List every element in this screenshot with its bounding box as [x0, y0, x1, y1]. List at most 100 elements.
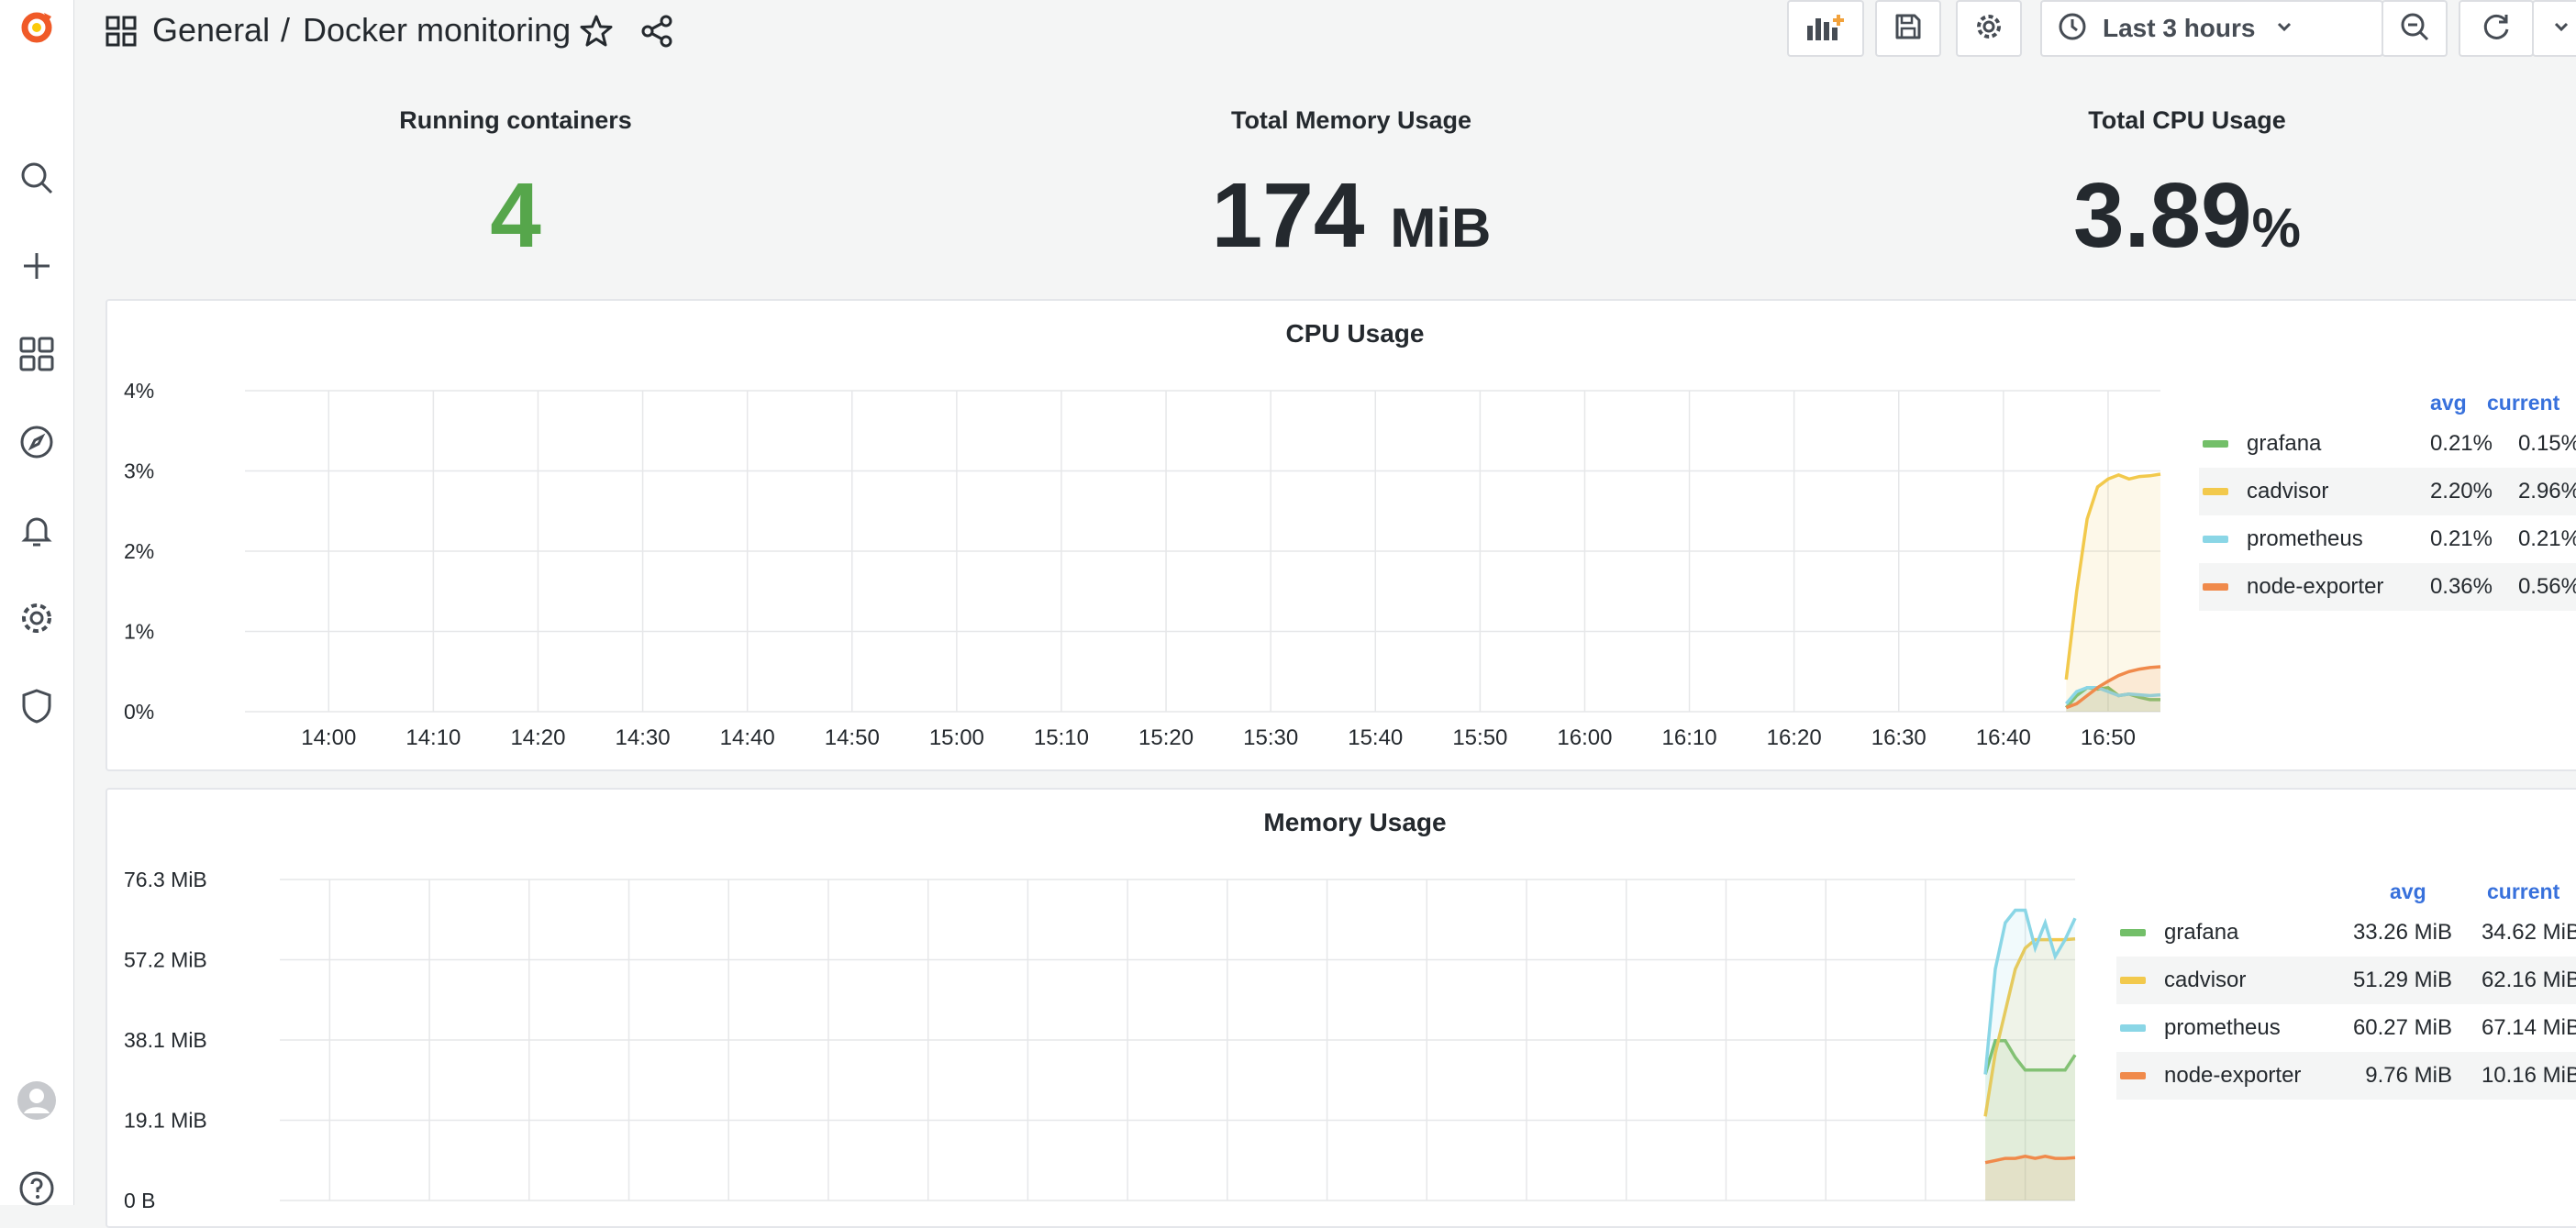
legend-avg-value: 0.21%	[2429, 526, 2493, 551]
legend-avg-value: 0.36%	[2429, 574, 2493, 599]
x-tick-label: 16:20	[1767, 725, 1822, 750]
chevron-down-icon	[2550, 16, 2572, 42]
y-tick-label: 1%	[124, 620, 154, 644]
x-tick-label: 15:20	[1138, 725, 1194, 750]
legend-row-cadvisor[interactable]: cadvisor 2.20% 2.96%	[2199, 468, 2576, 515]
legend-avg-value: 9.76 MiB	[2365, 1063, 2452, 1088]
y-tick-label: 3%	[124, 459, 154, 483]
zoom-out-icon	[2399, 11, 2430, 47]
y-tick-label: 19.1 MiB	[124, 1109, 207, 1133]
settings-gear-icon	[1973, 11, 2004, 47]
user-avatar[interactable]	[11, 1075, 62, 1126]
x-tick-label: 14:20	[510, 725, 565, 750]
legend-header-current[interactable]: current	[2487, 391, 2559, 415]
x-tick-label: 15:30	[1243, 725, 1298, 750]
legend-series-name[interactable]: cadvisor	[2164, 968, 2246, 993]
legend-row-grafana[interactable]: grafana 33.26 MiB 34.62 MiB	[2116, 909, 2576, 957]
stat-title-total-memory: Total Memory Usage	[1230, 106, 1472, 134]
configuration-gear-icon[interactable]	[11, 592, 62, 644]
x-tick-label: 14:30	[616, 725, 671, 750]
x-tick-label: 15:10	[1034, 725, 1089, 750]
legend-current-value: 2.96%	[2517, 479, 2576, 503]
dashboards-icon[interactable]	[11, 328, 62, 380]
create-icon[interactable]	[11, 240, 62, 292]
dashboard-settings-button[interactable]	[1956, 0, 2022, 57]
legend-row-node-exporter[interactable]: node-exporter 9.76 MiB 10.16 MiB	[2116, 1052, 2576, 1100]
legend-series-name[interactable]: grafana	[2247, 431, 2321, 457]
legend-swatch-prometheus[interactable]	[2203, 536, 2228, 543]
legend-swatch-grafana[interactable]	[2203, 440, 2228, 448]
legend-header-avg[interactable]: avg	[2430, 391, 2467, 415]
legend-swatch-node-exporter[interactable]	[2120, 1072, 2146, 1079]
chevron-down-icon	[2273, 16, 2295, 42]
search-icon[interactable]	[11, 152, 62, 204]
legend-current-value: 67.14 MiB	[2481, 1015, 2576, 1040]
help-icon[interactable]	[11, 1163, 62, 1214]
legend-current-value: 34.62 MiB	[2481, 920, 2576, 945]
legend-series-name[interactable]: node-exporter	[2247, 574, 2383, 600]
star-icon[interactable]	[578, 13, 615, 54]
server-admin-shield-icon[interactable]	[11, 680, 62, 732]
legend-row-cadvisor[interactable]: cadvisor 51.29 MiB 62.16 MiB	[2116, 957, 2576, 1004]
x-tick-label: 15:00	[929, 725, 984, 750]
time-range-label: Last 3 hours	[2103, 14, 2256, 42]
y-tick-label: 38.1 MiB	[124, 1028, 207, 1052]
stat-value-total-memory: 174 MiB	[1211, 164, 1492, 267]
legend-swatch-node-exporter[interactable]	[2203, 583, 2228, 591]
legend-avg-value: 2.20%	[2429, 479, 2493, 503]
legend-header-current[interactable]: current	[2487, 880, 2559, 904]
save-icon	[1893, 11, 1924, 47]
alerting-bell-icon[interactable]	[11, 504, 62, 556]
legend-row-prometheus[interactable]: prometheus 0.21% 0.21%	[2199, 515, 2576, 563]
x-tick-label: 14:40	[720, 725, 775, 750]
dashboard-grid-icon[interactable]	[105, 15, 138, 52]
refresh-interval-dropdown[interactable]	[2532, 0, 2576, 57]
legend-swatch-prometheus[interactable]	[2120, 1024, 2146, 1032]
add-panel-button[interactable]	[1787, 0, 1864, 57]
legend-current-value: 10.16 MiB	[2481, 1063, 2576, 1088]
legend-swatch-cadvisor[interactable]	[2203, 488, 2228, 495]
legend-series-name[interactable]: cadvisor	[2247, 479, 2328, 504]
x-tick-label: 16:50	[2081, 725, 2136, 750]
legend-avg-value: 0.21%	[2429, 431, 2493, 456]
x-tick-label: 16:40	[1976, 725, 2031, 750]
breadcrumb-folder[interactable]: General	[152, 11, 270, 50]
stat-unit-total-cpu: %	[2251, 197, 2301, 259]
legend-header-avg[interactable]: avg	[2390, 880, 2426, 904]
y-tick-label: 0 B	[124, 1189, 156, 1212]
cpu-usage-panel: CPU Usage 0% 1% 2% 3% 4% 14:00 14:10 14:20 14:30…	[105, 299, 2576, 771]
series-area-node-exporter	[1985, 1156, 2075, 1200]
time-range-picker[interactable]: Last 3 hours	[2040, 0, 2383, 57]
explore-compass-icon[interactable]	[11, 416, 62, 468]
legend-row-prometheus[interactable]: prometheus 60.27 MiB 67.14 MiB	[2116, 1004, 2576, 1052]
add-panel-icon	[1805, 11, 1846, 47]
x-tick-label: 14:10	[405, 725, 461, 750]
share-icon[interactable]	[638, 13, 675, 54]
x-tick-label: 14:00	[301, 725, 356, 750]
legend-avg-value: 60.27 MiB	[2352, 1015, 2452, 1040]
y-tick-label: 0%	[124, 700, 154, 724]
y-tick-label: 4%	[124, 379, 154, 403]
y-tick-label: 76.3 MiB	[124, 868, 207, 891]
memory-usage-panel: Memory Usage 0 B 19.1 MiB 38.1 MiB 57.2 MiB…	[105, 788, 2576, 1228]
y-tick-label: 2%	[124, 539, 154, 563]
legend-series-name[interactable]: prometheus	[2164, 1015, 2281, 1041]
legend-series-name[interactable]: grafana	[2164, 920, 2238, 946]
legend-swatch-grafana[interactable]	[2120, 929, 2146, 936]
clock-icon	[2057, 11, 2088, 47]
legend-row-node-exporter[interactable]: node-exporter 0.36% 0.56%	[2199, 563, 2576, 611]
legend-swatch-cadvisor[interactable]	[2120, 977, 2146, 984]
x-tick-label: 16:10	[1662, 725, 1717, 750]
stat-title-total-cpu: Total CPU Usage	[2088, 106, 2286, 134]
legend-row-grafana[interactable]: grafana 0.21% 0.15%	[2199, 420, 2576, 468]
legend-current-value: 0.15%	[2517, 431, 2576, 456]
legend-series-name[interactable]: prometheus	[2247, 526, 2363, 552]
refresh-button[interactable]	[2459, 0, 2534, 57]
refresh-icon	[2481, 11, 2512, 47]
grafana-logo-icon[interactable]	[11, 2, 62, 53]
zoom-out-button[interactable]	[2382, 0, 2448, 57]
x-tick-label: 15:50	[1452, 725, 1507, 750]
legend-series-name[interactable]: node-exporter	[2164, 1063, 2301, 1089]
breadcrumb-dashboard-title[interactable]: Docker monitoring	[303, 11, 571, 50]
save-dashboard-button[interactable]	[1875, 0, 1941, 57]
